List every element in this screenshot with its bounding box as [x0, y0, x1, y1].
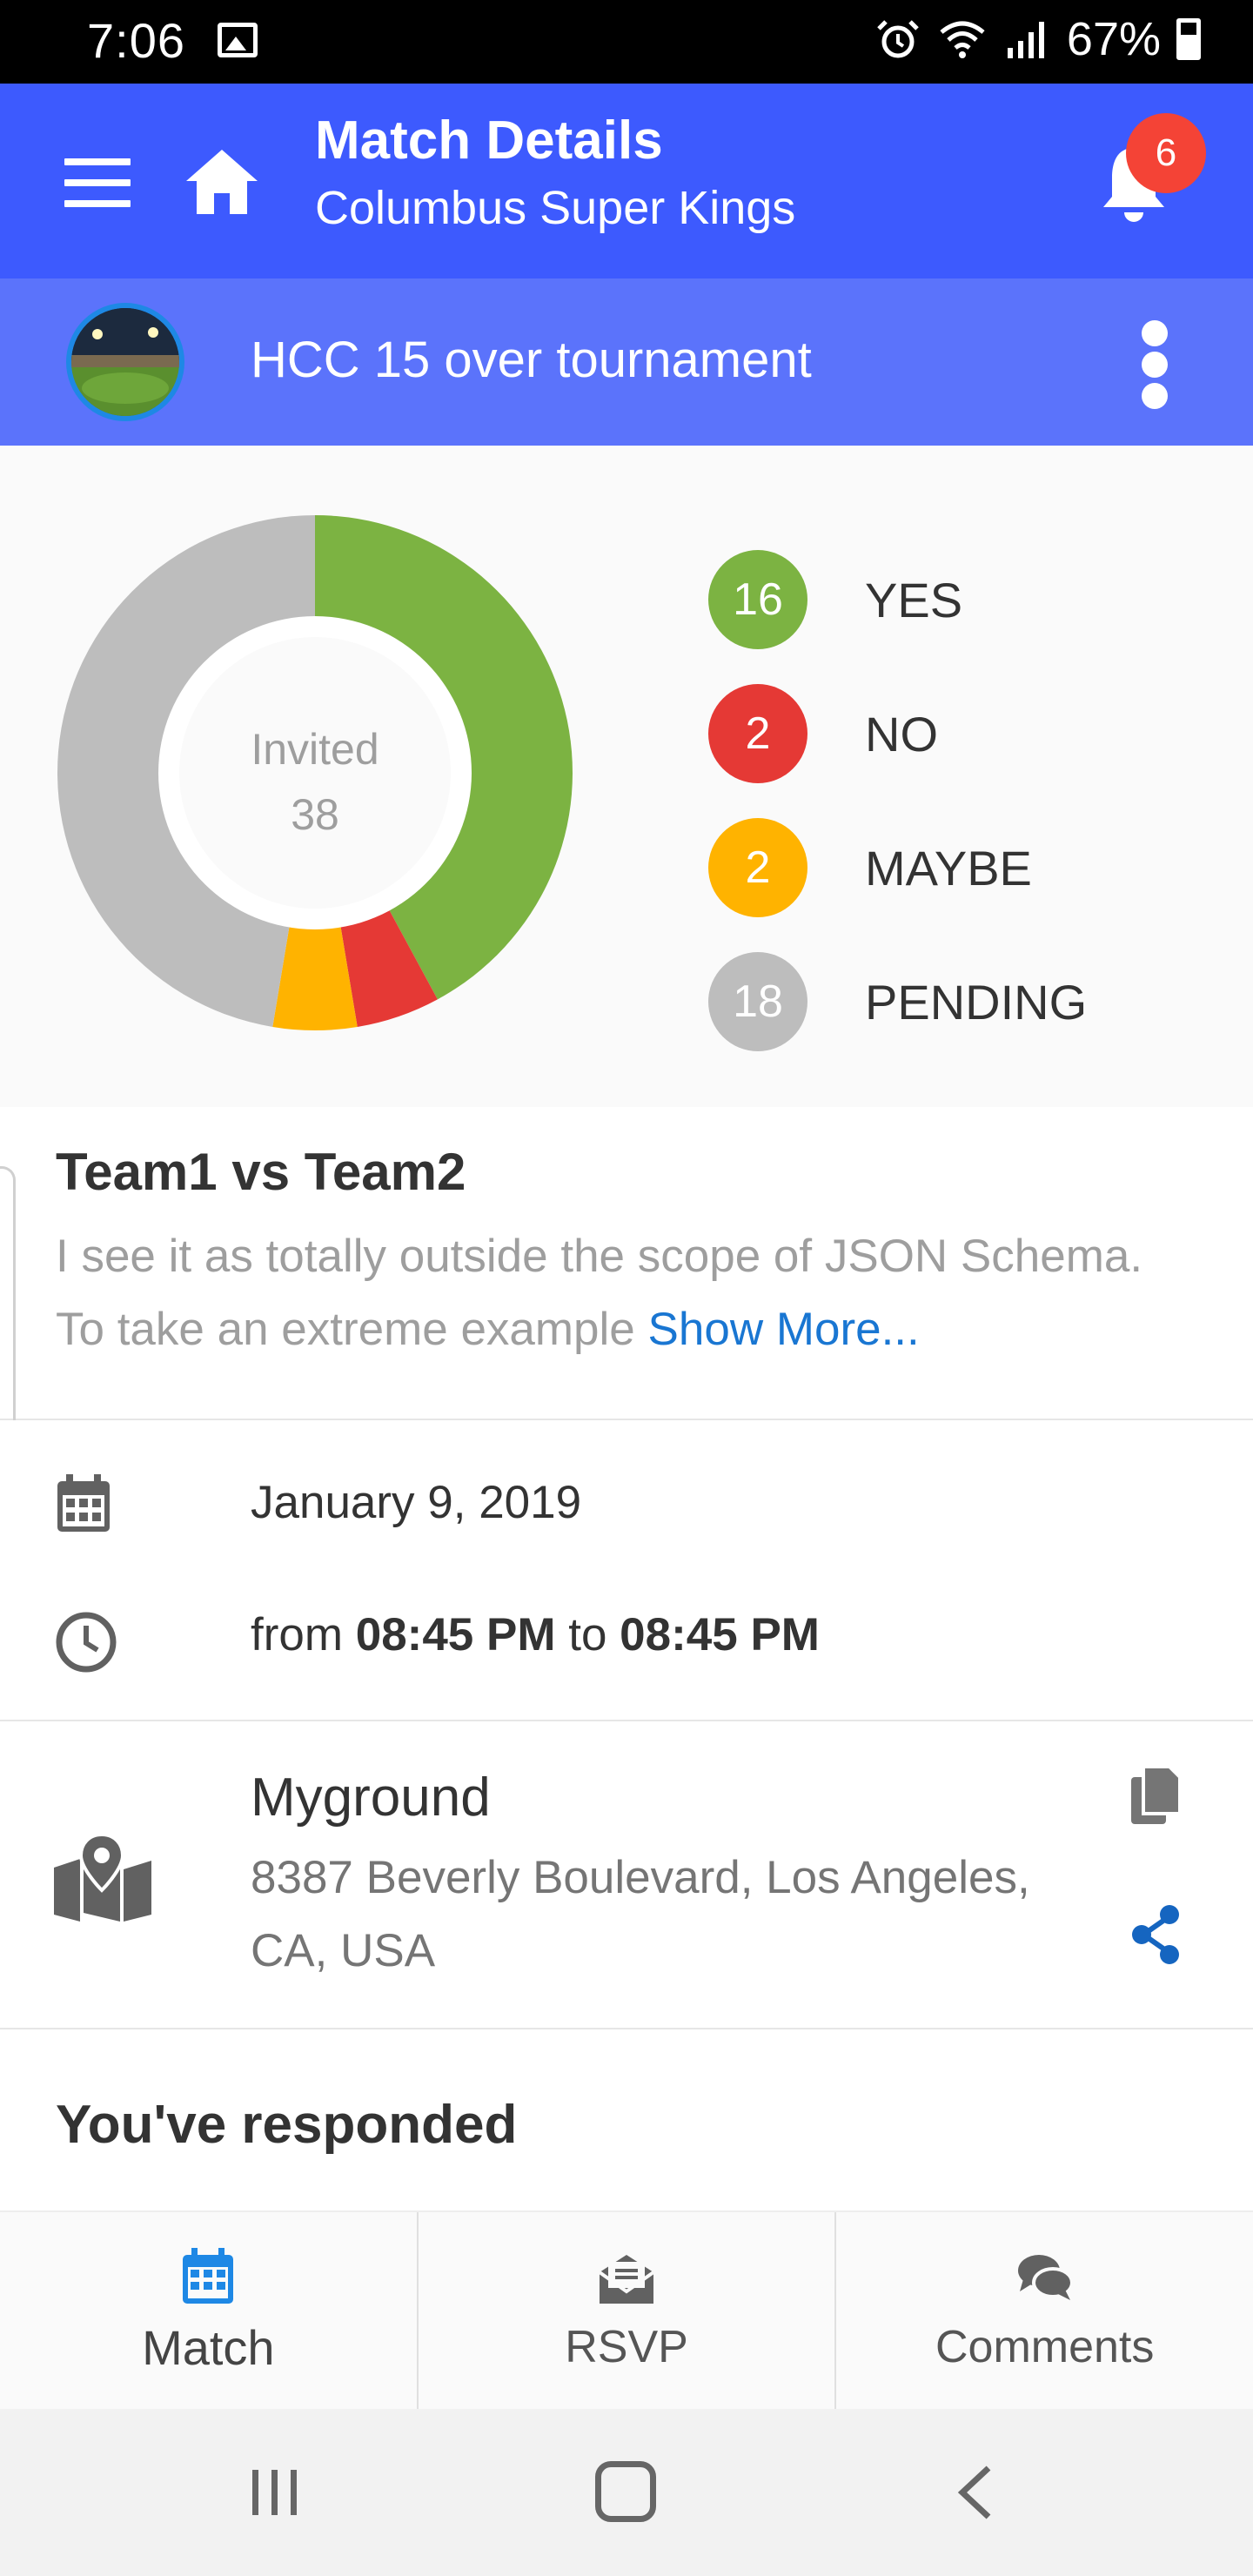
show-more-link[interactable]: Show More... — [648, 1304, 920, 1355]
end-time: 08:45 PM — [620, 1609, 820, 1660]
page-title: Match Details — [315, 111, 663, 171]
status-bar: 7:06 67% — [0, 0, 1253, 84]
time-to-word: to — [555, 1609, 620, 1660]
legend-count: 2 — [708, 818, 807, 917]
notification-badge: 6 — [1126, 113, 1206, 193]
clock-icon — [56, 1612, 117, 1673]
start-time: 08:45 PM — [355, 1609, 556, 1660]
match-time: from 08:45 PM to 08:45 PM — [251, 1608, 820, 1661]
legend-yes[interactable]: 16 YES — [708, 533, 1087, 667]
venue-address: 8387 Beverly Boulevard, Los Angeles, CA,… — [251, 1852, 1030, 1976]
map-location-icon — [54, 1835, 151, 1922]
wifi-icon — [940, 21, 985, 58]
stadium-image — [71, 308, 179, 416]
legend-label: NO — [865, 706, 938, 761]
legend-pending[interactable]: 18 PENDING — [708, 935, 1087, 1069]
calendar-icon — [183, 2247, 234, 2304]
rsvp-legend: 16 YES 2 NO 2 MAYBE 18 PENDING — [708, 533, 1087, 1069]
tab-rsvp-label: RSVP — [565, 2322, 688, 2372]
system-home-icon[interactable] — [595, 2461, 656, 2522]
menu-icon[interactable] — [64, 158, 131, 207]
page-subtitle: Columbus Super Kings — [315, 182, 796, 234]
rsvp-donut-chart: Invited 38 — [57, 515, 573, 1030]
battery-icon — [1176, 18, 1201, 60]
match-date: January 9, 2019 — [251, 1477, 582, 1528]
description-text: I see it as totally outside the scope of… — [56, 1231, 1143, 1355]
response-title: You've responded — [56, 2095, 518, 2155]
status-right: 67% — [874, 12, 1201, 66]
match-description-card: Team1 vs Team2 I see it as totally outsi… — [0, 1107, 1253, 1420]
legend-label: YES — [865, 572, 963, 627]
app-bar: Match Details Columbus Super Kings 6 — [0, 84, 1253, 278]
tab-match[interactable]: Match — [0, 2212, 419, 2409]
match-title: Team1 vs Team2 — [56, 1143, 466, 1201]
legend-maybe[interactable]: 2 MAYBE — [708, 801, 1087, 935]
system-back-icon[interactable] — [954, 2465, 997, 2520]
share-icon[interactable] — [1128, 1904, 1183, 1965]
time-from-word: from — [251, 1609, 356, 1660]
match-location: Myground 8387 Beverly Boulevard, Los Ang… — [0, 1721, 1253, 2029]
group-avatar[interactable] — [66, 303, 184, 421]
legend-label: MAYBE — [865, 840, 1032, 896]
status-time: 7:06 — [87, 13, 185, 68]
battery-percent: 67% — [1066, 13, 1161, 65]
more-options-icon[interactable] — [1142, 320, 1168, 409]
copy-icon[interactable] — [1128, 1765, 1183, 1828]
rsvp-envelope-icon — [598, 2255, 655, 2304]
chart-center-label: Invited — [251, 725, 379, 774]
group-bar: HCC 15 over tournament — [0, 278, 1253, 446]
tab-rsvp[interactable]: RSVP — [419, 2212, 837, 2409]
legend-label: PENDING — [865, 974, 1088, 1030]
comments-icon — [1017, 2255, 1074, 2300]
match-description: I see it as totally outside the scope of… — [56, 1220, 1187, 1366]
tab-comments-label: Comments — [935, 2322, 1155, 2372]
bottom-navigation: Match RSVP Comments — [0, 2210, 1253, 2409]
recent-apps-icon[interactable] — [249, 2466, 301, 2519]
match-datetime: January 9, 2019 from 08:45 PM to 08:45 P… — [0, 1420, 1253, 1721]
alarm-icon — [877, 20, 919, 58]
group-title: HCC 15 over tournament — [251, 332, 812, 388]
system-navigation-bar — [0, 2409, 1253, 2576]
rsvp-summary: Invited 38 16 YES 2 NO 2 MAYBE 18 PENDIN… — [0, 446, 1253, 1107]
tab-comments[interactable]: Comments — [836, 2212, 1253, 2409]
image-notification-icon — [218, 23, 258, 57]
signal-icon — [1007, 22, 1044, 58]
legend-count: 2 — [708, 684, 807, 783]
home-icon[interactable] — [183, 146, 261, 216]
legend-count: 16 — [708, 550, 807, 649]
response-section: You've responded — [0, 2029, 1253, 2210]
legend-count: 18 — [708, 952, 807, 1051]
calendar-icon — [57, 1474, 110, 1532]
chart-center-value: 38 — [291, 790, 339, 839]
legend-no[interactable]: 2 NO — [708, 667, 1087, 801]
tab-match-label: Match — [142, 2319, 275, 2375]
venue-name: Myground — [251, 1768, 491, 1828]
